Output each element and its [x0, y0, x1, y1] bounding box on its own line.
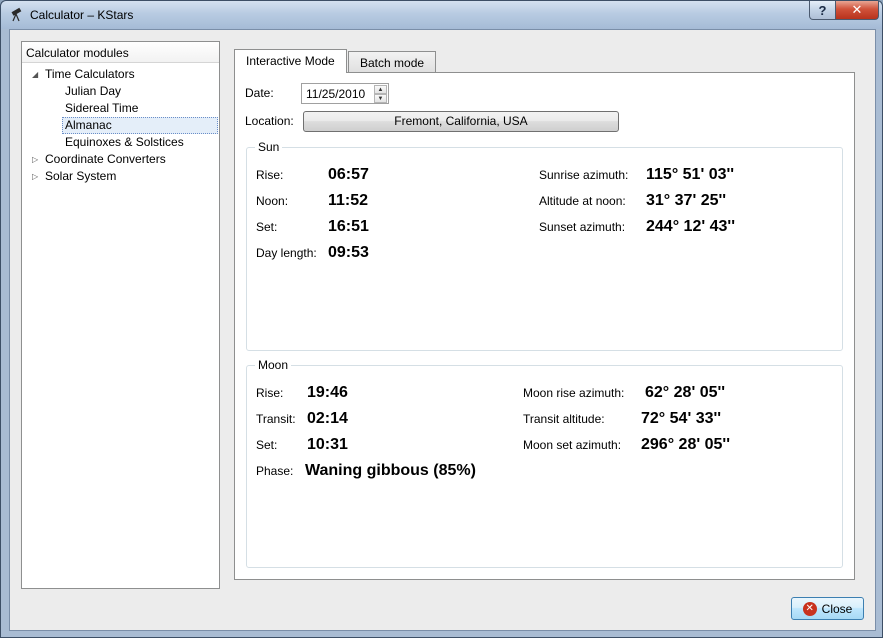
sun-set-label: Set:	[256, 220, 278, 234]
tree-item-label: Equinoxes & Solstices	[65, 135, 184, 149]
tree-item-label: Almanac	[65, 118, 112, 132]
tree-item-label: Coordinate Converters	[45, 152, 166, 166]
sunset-azimuth-label: Sunset azimuth:	[539, 220, 626, 234]
tree-item-label: Julian Day	[65, 84, 122, 98]
calculator-window: Calculator – KStars ? ✕ Calculator modul…	[0, 0, 883, 638]
moon-group-title: Moon	[255, 358, 292, 372]
altitude-at-noon-value: 31° 37' 25''	[646, 192, 727, 209]
moon-set-azimuth-label: Moon set azimuth:	[523, 438, 622, 452]
day-length-label: Day length:	[256, 246, 317, 260]
sun-rise-value: 06:57	[328, 166, 369, 183]
location-button[interactable]: Fremont, California, USA	[303, 111, 619, 132]
spin-up-icon[interactable]: ▲	[374, 85, 387, 94]
interactive-mode-panel: Date: 11/25/2010 ▲ ▼ Location: Fremont, …	[234, 72, 855, 580]
sun-set-value: 16:51	[328, 218, 369, 235]
location-label: Location:	[245, 114, 294, 128]
sun-rise-label: Rise:	[256, 168, 284, 182]
window-close-button[interactable]: ✕	[835, 1, 879, 20]
collapsed-arrow-icon[interactable]: ▷	[32, 168, 38, 185]
calculator-modules-tree[interactable]: Calculator modules ◢ Time Calculators Ju…	[21, 41, 220, 589]
help-button[interactable]: ?	[809, 1, 836, 20]
sun-group: Sun Rise: 06:57 Noon: 11:52 Set: 16:51 D…	[246, 140, 843, 351]
expanded-arrow-icon[interactable]: ◢	[32, 66, 38, 83]
tree-item-solar-system[interactable]: ▷ Solar System	[32, 168, 117, 185]
tree-item-almanac[interactable]: Almanac	[62, 117, 218, 134]
moon-set-azimuth-value: 296° 28' 05''	[641, 436, 730, 453]
tree-item-julian-day[interactable]: Julian Day	[65, 83, 121, 100]
moon-phase-value: Waning gibbous (85%)	[305, 462, 476, 479]
transit-altitude-label: Transit altitude:	[523, 412, 605, 426]
dialog-body: Calculator modules ◢ Time Calculators Ju…	[9, 29, 876, 631]
moon-rise-azimuth-label: Moon rise azimuth:	[523, 386, 625, 400]
mode-tabs: Interactive Mode Batch mode Date: 11/25/…	[234, 49, 855, 580]
window-title: Calculator – KStars	[30, 8, 134, 22]
sunrise-azimuth-label: Sunrise azimuth:	[539, 168, 629, 182]
moon-set-value: 10:31	[307, 436, 348, 453]
date-field[interactable]: 11/25/2010 ▲ ▼	[301, 83, 389, 104]
altitude-at-noon-label: Altitude at noon:	[539, 194, 626, 208]
tab-batch-mode[interactable]: Batch mode	[348, 51, 437, 72]
moon-phase-label: Phase:	[256, 464, 294, 478]
close-button-label: Close	[821, 601, 853, 616]
tree-item-coordinate-converters[interactable]: ▷ Coordinate Converters	[32, 151, 166, 168]
telescope-icon	[9, 7, 25, 23]
tree-item-equinoxes-solstices[interactable]: Equinoxes & Solstices	[65, 134, 184, 151]
moon-transit-value: 02:14	[307, 410, 348, 427]
moon-rise-value: 19:46	[307, 384, 348, 401]
moon-transit-label: Transit:	[256, 412, 296, 426]
transit-altitude-value: 72° 54' 33''	[641, 410, 722, 427]
tree-item-label: Solar System	[45, 169, 117, 183]
date-value[interactable]: 11/25/2010	[306, 87, 365, 101]
moon-set-label: Set:	[256, 438, 278, 452]
close-circle-icon: ✕	[802, 601, 817, 616]
tree-item-sidereal-time[interactable]: Sidereal Time	[65, 100, 138, 117]
sun-group-title: Sun	[255, 140, 283, 154]
tab-interactive-mode[interactable]: Interactive Mode	[234, 49, 347, 73]
sun-noon-value: 11:52	[328, 192, 369, 209]
sun-noon-label: Noon:	[256, 194, 289, 208]
tree-item-label: Time Calculators	[45, 67, 135, 81]
moon-group: Moon Rise: 19:46 Transit: 02:14 Set: 10:…	[246, 358, 843, 568]
spin-down-icon[interactable]: ▼	[374, 94, 387, 103]
moon-rise-azimuth-value: 62° 28' 05''	[645, 384, 726, 401]
date-label: Date:	[245, 86, 274, 100]
close-button[interactable]: ✕ Close	[791, 597, 864, 620]
tree-item-time-calculators[interactable]: ◢ Time Calculators	[32, 66, 135, 83]
title-bar[interactable]: Calculator – KStars ? ✕	[1, 1, 882, 29]
collapsed-arrow-icon[interactable]: ▷	[32, 151, 38, 168]
tree-item-label: Sidereal Time	[65, 101, 139, 115]
day-length-value: 09:53	[328, 244, 369, 261]
moon-rise-label: Rise:	[256, 386, 284, 400]
tree-header[interactable]: Calculator modules	[22, 42, 219, 63]
sunrise-azimuth-value: 115° 51' 03''	[646, 166, 735, 183]
sunset-azimuth-value: 244° 12' 43''	[646, 218, 735, 235]
